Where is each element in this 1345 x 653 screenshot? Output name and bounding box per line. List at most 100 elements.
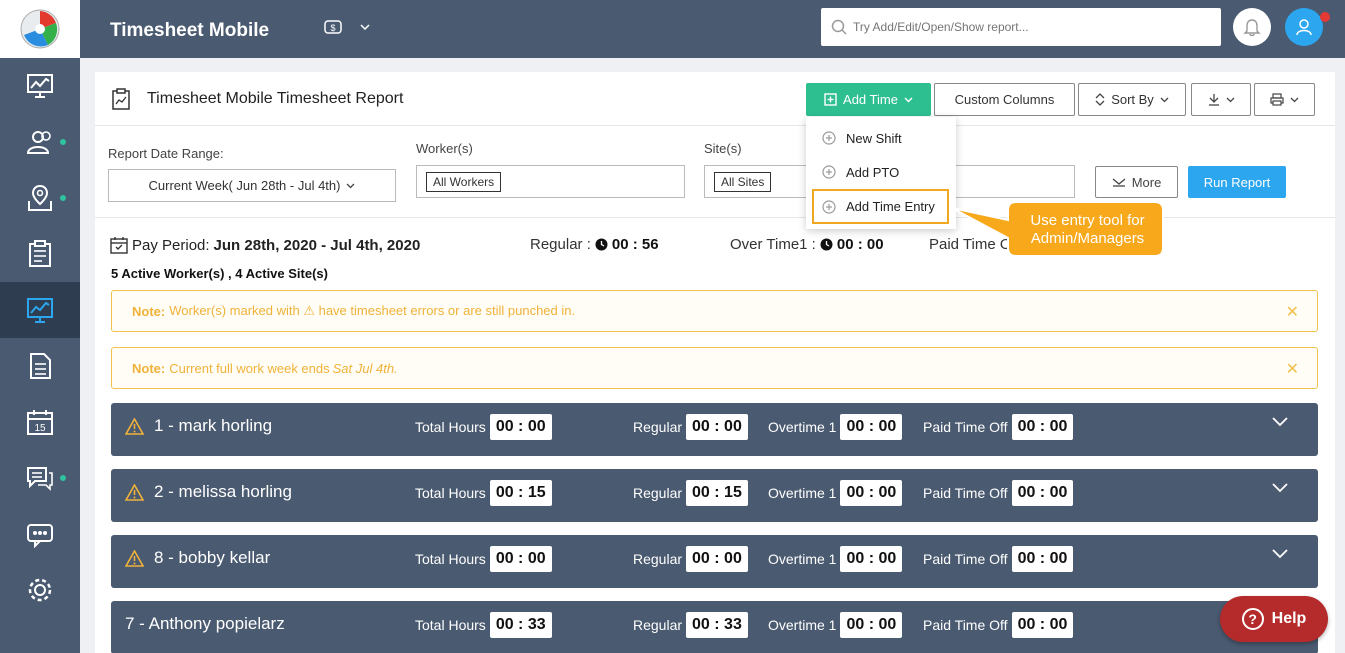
notification-dot [60, 195, 66, 201]
chevron-down-icon [1226, 97, 1234, 102]
workers-select[interactable]: All Workers [416, 165, 685, 198]
pto-cell: Paid Time Off 00 : 00 [923, 612, 1074, 638]
more-filters-button[interactable]: More [1095, 166, 1178, 198]
currency-selector[interactable]: $ [324, 20, 370, 34]
total-hours-value: 00 : 15 [489, 480, 552, 506]
date-range-select[interactable]: Current Week( Jun 28th - Jul 4th) [108, 169, 396, 202]
workers-chip[interactable]: All Workers [426, 171, 502, 192]
chevron-down-icon[interactable] [1272, 549, 1288, 559]
sidebar-item-calendar[interactable]: 15 [0, 394, 80, 450]
overtime-total-value: 00 : 00 [836, 236, 884, 253]
overtime-value: 00 : 00 [840, 414, 903, 440]
sidebar-item-settings[interactable] [0, 562, 80, 618]
sidebar-item-dashboard[interactable] [0, 58, 80, 114]
app-title: Timesheet Mobile [110, 20, 270, 41]
chevron-down-icon[interactable] [1272, 483, 1288, 493]
note-text: Worker(s) marked with ⚠ have timesheet e… [169, 303, 576, 318]
worker-name: 7 - Anthony popielarz [125, 614, 285, 633]
warning-icon [125, 549, 144, 567]
overtime-total: Over Time1 : 00 : 00 [730, 236, 884, 253]
worker-name-cell: 7 - Anthony popielarz [125, 614, 285, 634]
help-button[interactable]: ? Help [1220, 596, 1328, 642]
app-logo[interactable] [0, 0, 80, 58]
total-hours-label: Total Hours [415, 551, 486, 567]
chevron-down-icon [904, 97, 913, 102]
sidebar-item-messages[interactable] [0, 450, 80, 506]
overtime-total-label: Over Time1 : [730, 236, 816, 253]
menu-item-add-time-entry[interactable]: Add Time Entry [812, 189, 949, 224]
note-label: Note: [132, 303, 166, 319]
regular-total: Regular : 00 : 56 [530, 236, 659, 253]
sidebar-item-sites[interactable] [0, 170, 80, 226]
pto-value: 00 : 00 [1011, 612, 1074, 638]
notifications-button[interactable] [1233, 8, 1271, 46]
regular-cell: Regular 00 : 15 [633, 480, 748, 506]
overtime-cell: Overtime 1 00 : 00 [768, 612, 903, 638]
chat-icon [27, 467, 53, 491]
menu-item-label: Add Time Entry [846, 199, 935, 214]
add-time-button[interactable]: Add Time [806, 83, 931, 116]
worker-row[interactable]: 1 - mark horling Total Hours 00 : 00 Regu… [111, 403, 1318, 456]
chevron-down-icon[interactable] [1272, 417, 1288, 427]
regular-label: Regular [633, 617, 683, 633]
more-label: More [1131, 174, 1162, 190]
overtime-label: Overtime 1 [768, 485, 837, 501]
sidebar-item-timesheets[interactable] [0, 226, 80, 282]
total-hours-value: 00 : 00 [489, 546, 552, 572]
pay-period-row: Pay Period: Jun 28th, 2020 - Jul 4th, 20… [110, 236, 420, 254]
total-hours-label: Total Hours [415, 617, 486, 633]
sidebar-item-more[interactable] [0, 506, 80, 562]
add-circle-icon [822, 165, 836, 179]
worker-row[interactable]: 2 - melissa horling Total Hours 00 : 15 R… [111, 469, 1318, 522]
regular-value: 00 : 00 [686, 546, 748, 572]
close-icon[interactable]: ✕ [1286, 359, 1299, 379]
notification-dot [60, 475, 66, 481]
menu-item-label: Add PTO [846, 164, 900, 180]
add-square-icon [824, 93, 837, 106]
sort-icon [1095, 93, 1105, 106]
search-box[interactable] [821, 8, 1221, 46]
chevron-down-icon [1160, 97, 1169, 102]
sidebar-item-documents[interactable] [0, 338, 80, 394]
regular-value: 00 : 33 [686, 612, 748, 638]
add-circle-icon [822, 131, 836, 145]
date-range-label: Report Date Range: [108, 146, 224, 161]
double-chevron-down-icon [1112, 178, 1126, 187]
note-text: Current full work week ends [169, 360, 330, 376]
user-profile-button[interactable] [1285, 8, 1323, 46]
svg-text:15: 15 [34, 423, 46, 434]
date-range-value: Current Week( Jun 28th - Jul 4th) [148, 178, 341, 193]
user-icon [1296, 19, 1312, 36]
worker-name: 2 - melissa horling [154, 482, 292, 501]
print-button[interactable] [1254, 83, 1315, 116]
regular-label: Regular [633, 485, 683, 501]
custom-columns-button[interactable]: Custom Columns [934, 83, 1075, 116]
pto-label: Paid Time Off [923, 485, 1008, 501]
worker-name: 8 - bobby kellar [154, 548, 271, 567]
menu-item-add-pto[interactable]: Add PTO [806, 157, 956, 187]
close-icon[interactable]: ✕ [1286, 302, 1299, 322]
run-report-button[interactable]: Run Report [1188, 166, 1286, 198]
regular-total-value: 00 : 56 [611, 236, 659, 253]
worker-row[interactable]: 8 - bobby kellar Total Hours 00 : 00 Regu… [111, 535, 1318, 588]
total-hours-cell: Total Hours 00 : 33 [415, 612, 552, 638]
regular-cell: Regular 00 : 00 [633, 546, 748, 572]
sidebar: 15 [0, 0, 80, 653]
sidebar-item-users[interactable] [0, 114, 80, 170]
more-icon [27, 524, 53, 549]
question-icon: ? [1241, 608, 1264, 630]
download-button[interactable] [1191, 83, 1251, 116]
pto-cell: Paid Time Off 00 : 00 [923, 414, 1074, 440]
chevron-down-icon [360, 24, 370, 30]
menu-item-new-shift[interactable]: New Shift [806, 123, 956, 153]
report-card: Timesheet Mobile Timesheet Report Add Ti… [95, 72, 1335, 653]
worker-name: 1 - mark horling [154, 416, 273, 435]
sort-by-button[interactable]: Sort By [1078, 83, 1186, 116]
print-icon [1270, 93, 1284, 106]
search-input[interactable] [853, 20, 1193, 34]
user-notification-dot [1320, 12, 1330, 22]
worker-row[interactable]: 7 - Anthony popielarz Total Hours 00 : 33… [111, 601, 1318, 653]
regular-total-label: Regular : [530, 236, 591, 253]
sites-chip[interactable]: All Sites [714, 171, 772, 192]
sidebar-item-reports[interactable] [0, 282, 80, 338]
